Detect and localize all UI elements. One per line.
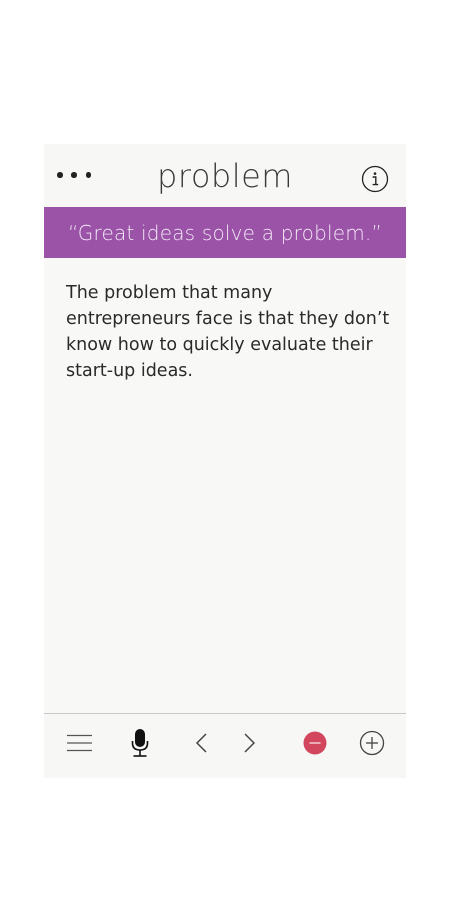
chevron-right-icon[interactable] [234, 728, 264, 758]
problem-description[interactable]: The problem that many entrepreneurs face… [66, 280, 391, 384]
dot [85, 172, 91, 178]
menu-icon[interactable] [65, 728, 95, 758]
add-button[interactable] [357, 728, 387, 758]
header: problem [44, 144, 406, 207]
dot [71, 172, 77, 178]
microphone-icon[interactable] [125, 728, 155, 758]
dot [57, 172, 63, 178]
info-icon[interactable] [361, 165, 389, 193]
more-options-icon[interactable] [57, 166, 91, 184]
idea-card: problem “Great ideas solve a problem.” T… [44, 144, 406, 778]
bottom-toolbar [44, 713, 406, 778]
chevron-left-icon[interactable] [187, 728, 217, 758]
quote-text: “Great ideas solve a problem.” [67, 220, 383, 245]
page-title: problem [157, 157, 293, 195]
remove-button[interactable] [300, 728, 330, 758]
quote-banner: “Great ideas solve a problem.” [44, 207, 406, 258]
